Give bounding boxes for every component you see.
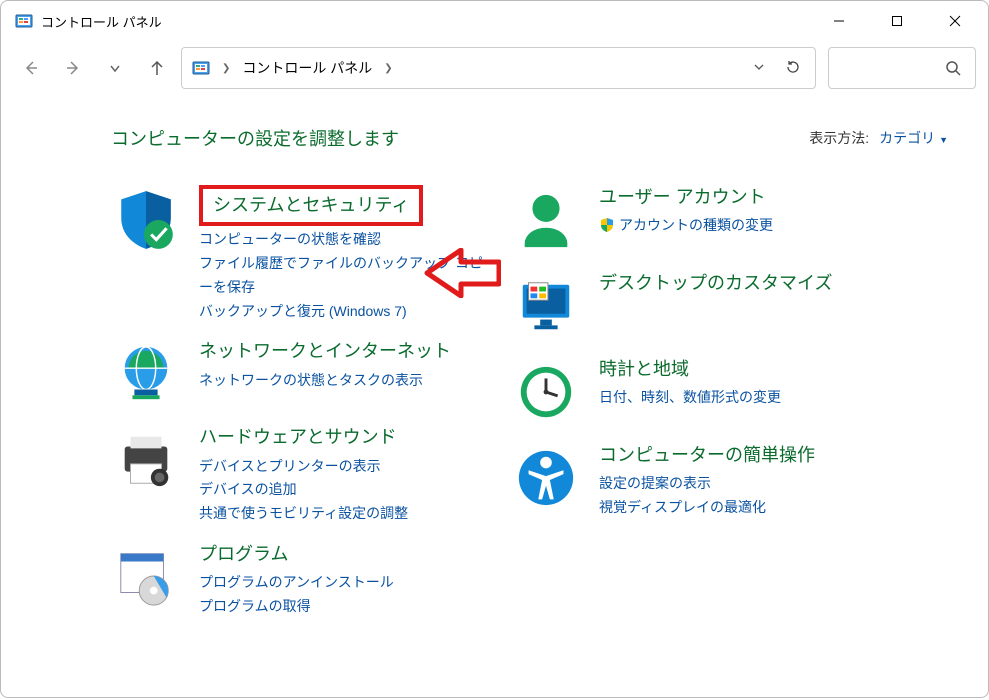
- sublink[interactable]: 視覚ディスプレイの最適化: [599, 496, 891, 520]
- app-icon: [15, 12, 33, 30]
- category-network: ネットワークとインターネット ネットワークの状態とタスクの表示: [111, 339, 491, 409]
- category-title-system[interactable]: システムとセキュリティ: [199, 185, 423, 226]
- sublink[interactable]: デバイスの追加: [199, 478, 491, 502]
- category-title-network[interactable]: ネットワークとインターネット: [199, 339, 491, 364]
- accessibility-icon: [511, 443, 581, 513]
- sublink[interactable]: ファイル履歴でファイルのバックアップ コピーを保存: [199, 252, 491, 300]
- window-controls: [810, 1, 984, 41]
- programs-icon: [111, 542, 181, 612]
- nav-up-button[interactable]: [139, 48, 175, 88]
- address-bar[interactable]: ❯ コントロール パネル ❯: [181, 47, 816, 89]
- category-appearance: デスクトップのカスタマイズ: [511, 271, 891, 341]
- sublink[interactable]: プログラムのアンインストール: [199, 571, 491, 595]
- address-dropdown-button[interactable]: [747, 60, 771, 76]
- window-title: コントロール パネル: [41, 12, 162, 31]
- sublink[interactable]: 共通で使うモビリティ設定の調整: [199, 502, 491, 526]
- printer-icon: [111, 425, 181, 495]
- globe-icon: [111, 339, 181, 409]
- user-icon: [511, 185, 581, 255]
- minimize-button[interactable]: [810, 1, 868, 41]
- maximize-button[interactable]: [868, 1, 926, 41]
- clock-icon: [511, 357, 581, 427]
- category-users: ユーザー アカウント アカウントの種類の変更: [511, 185, 891, 255]
- window-frame: コントロール パネル ❯ コントロール パネル ❯: [0, 0, 989, 698]
- category-title-ease[interactable]: コンピューターの簡単操作: [599, 443, 891, 468]
- category-hardware: ハードウェアとサウンド デバイスとプリンターの表示 デバイスの追加 共通で使うモ…: [111, 425, 491, 526]
- chevron-right-icon[interactable]: ❯: [384, 63, 392, 74]
- refresh-button[interactable]: [781, 59, 805, 78]
- category-programs: プログラム プログラムのアンインストール プログラムの取得: [111, 542, 491, 619]
- chevron-right-icon[interactable]: ❯: [222, 63, 230, 74]
- search-box[interactable]: [828, 47, 976, 89]
- titlebar[interactable]: コントロール パネル: [1, 1, 988, 41]
- category-title-users[interactable]: ユーザー アカウント: [599, 185, 891, 210]
- category-ease: コンピューターの簡単操作 設定の提案の表示 視覚ディスプレイの最適化: [511, 443, 891, 520]
- category-clock: 時計と地域 日付、時刻、数値形式の変更: [511, 357, 891, 427]
- view-by-label: 表示方法: カテゴリ▼: [809, 128, 948, 148]
- sublink[interactable]: デバイスとプリンターの表示: [199, 455, 491, 479]
- toolbar: ❯ コントロール パネル ❯: [1, 41, 988, 95]
- shield-icon: [111, 185, 181, 255]
- sublink[interactable]: プログラムの取得: [199, 595, 491, 619]
- nav-back-button[interactable]: [13, 48, 49, 88]
- category-title-appearance[interactable]: デスクトップのカスタマイズ: [599, 271, 891, 296]
- control-panel-icon: [192, 59, 210, 77]
- sublink[interactable]: アカウントの種類の変更: [599, 214, 891, 238]
- page-title: コンピューターの設定を調整します: [111, 125, 399, 151]
- caret-down-icon[interactable]: ▼: [939, 135, 948, 145]
- uac-shield-icon: [599, 217, 615, 233]
- sublink[interactable]: バックアップと復元 (Windows 7): [199, 300, 491, 324]
- content-area: コンピューターの設定を調整します 表示方法: カテゴリ▼: [1, 95, 988, 697]
- close-button[interactable]: [926, 1, 984, 41]
- nav-forward-button[interactable]: [55, 48, 91, 88]
- category-title-clock[interactable]: 時計と地域: [599, 357, 891, 382]
- sublink[interactable]: 設定の提案の表示: [599, 472, 891, 496]
- sublink[interactable]: 日付、時刻、数値形式の変更: [599, 386, 891, 410]
- monitor-icon: [511, 271, 581, 341]
- sublink[interactable]: ネットワークの状態とタスクの表示: [199, 369, 491, 393]
- category-title-hardware[interactable]: ハードウェアとサウンド: [199, 425, 491, 450]
- breadcrumb-current[interactable]: コントロール パネル: [242, 58, 372, 78]
- view-by-value[interactable]: カテゴリ: [879, 130, 935, 146]
- search-icon: [945, 60, 961, 76]
- recent-dropdown-button[interactable]: [97, 48, 133, 88]
- category-title-programs[interactable]: プログラム: [199, 542, 491, 567]
- sublink[interactable]: コンピューターの状態を確認: [199, 228, 491, 252]
- category-system-security: システムとセキュリティ コンピューターの状態を確認 ファイル履歴でファイルのバッ…: [111, 185, 491, 323]
